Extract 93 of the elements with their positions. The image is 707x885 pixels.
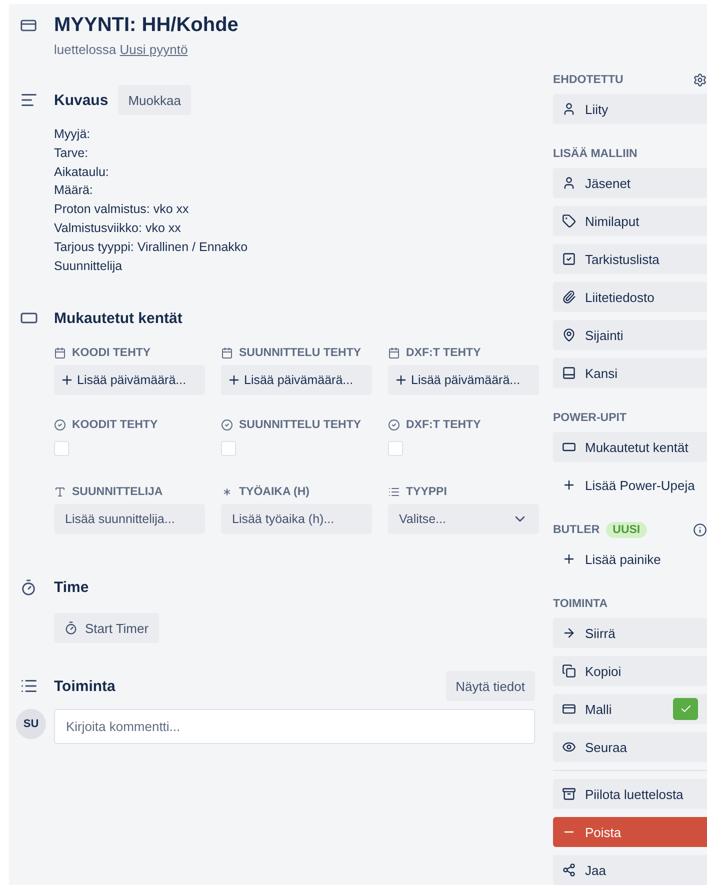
- description-line: Määrä:: [54, 182, 94, 200]
- sidebar-button[interactable]: Siirrä: [553, 618, 707, 648]
- tag-icon: [562, 214, 576, 228]
- panel-icon: [562, 366, 576, 380]
- sidebar-heading: LISÄÄ MALLIIN: [553, 148, 638, 160]
- description-line: Valmistusviikko: vko xx: [54, 220, 182, 237]
- plus-icon: [394, 373, 408, 388]
- rectangle-icon: [562, 440, 576, 454]
- paperclip-icon: [562, 290, 576, 304]
- plus-icon: [562, 478, 576, 492]
- sidebar-button[interactable]: Kopioi: [553, 656, 707, 686]
- section-heading: Time: [54, 578, 89, 596]
- field-label: KOODIT TEHTY: [72, 419, 158, 432]
- description-line: Myyjä:: [54, 126, 92, 143]
- section-heading: Mukautetut kentät: [54, 310, 182, 327]
- sidebar-button[interactable]: Jäsenet: [553, 168, 707, 198]
- timer-icon: [64, 621, 78, 636]
- show-details-button[interactable]: Näytä tiedot: [446, 671, 535, 702]
- avatar: SU: [16, 709, 46, 740]
- sidebar-button[interactable]: Poista: [553, 817, 707, 847]
- description-icon: [20, 91, 38, 109]
- sidebar-heading: POWER-UPIT: [553, 412, 626, 424]
- checkbox[interactable]: [388, 441, 403, 456]
- new-badge: UUSI: [606, 522, 648, 538]
- eye-icon: [562, 740, 576, 754]
- calendar-icon: [54, 347, 66, 360]
- plus-icon: [60, 373, 74, 388]
- check-circle-icon: [221, 419, 233, 432]
- archive-icon: [562, 787, 576, 801]
- field-label: SUUNNITTELIJA: [72, 486, 163, 498]
- sidebar-heading: BUTLER: [553, 524, 600, 536]
- field-label: DXF:T TEHTY: [406, 419, 481, 432]
- start-timer-button[interactable]: Start Timer: [54, 613, 159, 644]
- checkbox[interactable]: [221, 441, 236, 456]
- field-label: SUUNNITTELU TEHTY: [239, 419, 362, 432]
- section-heading: Toiminta: [54, 678, 116, 695]
- sidebar-button[interactable]: Nimilaput: [553, 206, 707, 236]
- copy-icon: [562, 664, 576, 678]
- description-line: Aikataulu:: [54, 164, 110, 181]
- sidebar-button[interactable]: Seuraa: [553, 732, 707, 762]
- input-field[interactable]: Lisää suunnittelija...: [54, 504, 205, 534]
- sidebar-button[interactable]: Jaa: [553, 855, 707, 885]
- sidebar-button[interactable]: Kansi: [553, 358, 707, 388]
- sidebar-button[interactable]: Malli: [553, 694, 707, 724]
- calendar-icon: [388, 347, 400, 360]
- check-circle-icon: [54, 419, 66, 432]
- map-pin-icon: [562, 328, 576, 342]
- plus-icon: [562, 552, 576, 566]
- info-icon[interactable]: [693, 523, 707, 537]
- add-date-button[interactable]: Lisää päivämäärä...: [388, 365, 539, 396]
- arrow-right-icon: [562, 626, 576, 640]
- sidebar-button[interactable]: Lisää painike: [553, 544, 707, 574]
- settings-icon[interactable]: [693, 73, 707, 87]
- edit-button[interactable]: Muokkaa: [118, 85, 191, 115]
- sidebar-button[interactable]: Sijainti: [553, 320, 707, 350]
- description-line: Suunnittelija: [54, 258, 124, 275]
- list-link[interactable]: Uusi pyyntö: [120, 42, 188, 57]
- asterisk-icon: [221, 486, 233, 498]
- field-label: TYYPPI: [406, 486, 447, 498]
- user-icon: [562, 102, 576, 116]
- checklist-icon: [562, 252, 576, 266]
- sidebar-heading: EHDOTETTU: [553, 74, 624, 86]
- sidebar-button[interactable]: Lisää Power-Upeja: [553, 470, 707, 500]
- description-line: Tarve:: [54, 144, 90, 162]
- field-label: DXF:T TEHTY: [406, 347, 481, 360]
- share-icon: [562, 863, 576, 877]
- list-info: luettelossa Uusi pyyntö: [54, 42, 189, 57]
- card-icon: [562, 702, 576, 716]
- description-line: Tarjous tyyppi: Virallinen / Ennakko: [54, 238, 249, 256]
- input-field[interactable]: Lisää työaika (h)...: [221, 504, 372, 534]
- user-icon: [562, 176, 576, 190]
- calendar-icon: [221, 347, 233, 360]
- text-icon: [54, 486, 66, 498]
- section-heading: Kuvaus: [54, 92, 108, 108]
- sidebar-button[interactable]: Piilota luettelosta: [553, 779, 707, 809]
- sidebar-heading: TOIMINTA: [553, 598, 608, 610]
- checkbox[interactable]: [54, 441, 69, 456]
- add-date-button[interactable]: Lisää päivämäärä...: [221, 365, 372, 396]
- sidebar-button[interactable]: Liity: [553, 94, 707, 124]
- description-line: Proton valmistus: vko xx: [54, 201, 190, 218]
- card-title: MYYNTI: HH/Kohde: [54, 13, 240, 38]
- sidebar-button[interactable]: Mukautetut kentät: [553, 432, 707, 462]
- timer-icon: [20, 578, 37, 596]
- check-circle-icon: [388, 419, 400, 432]
- sidebar-button[interactable]: Tarkistuslista: [553, 244, 707, 274]
- comment-field[interactable]: Kirjoita kommentti...: [54, 709, 535, 744]
- select-field[interactable]: Valitse...: [388, 504, 539, 534]
- field-label: KOODI TEHTY: [72, 347, 151, 360]
- field-label: TYÖAIKA (H): [239, 486, 310, 498]
- field-label: SUUNNITTELU TEHTY: [239, 347, 362, 360]
- plus-icon: [227, 373, 241, 388]
- sidebar-button[interactable]: Liitetiedosto: [553, 282, 707, 312]
- add-date-button[interactable]: Lisää päivämäärä...: [54, 365, 205, 396]
